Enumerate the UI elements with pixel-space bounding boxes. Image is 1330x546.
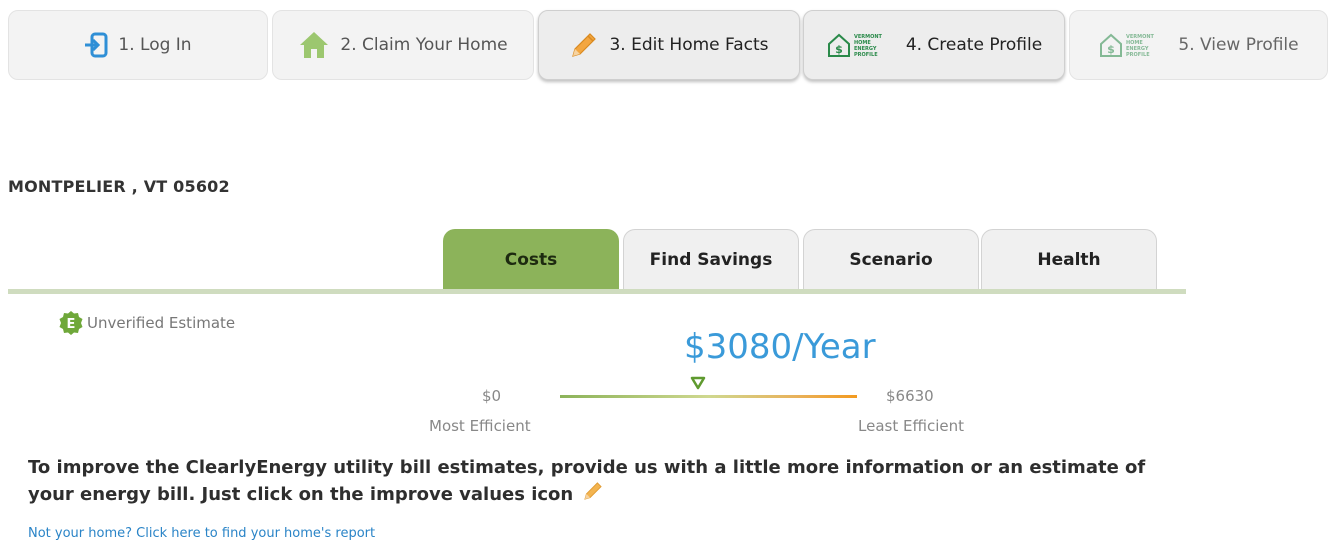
estimate-seal-icon: E (58, 310, 84, 336)
step-log-in[interactable]: 1. Log In (8, 10, 268, 80)
step-label: 4. Create Profile (905, 35, 1043, 55)
vermont-energy-profile-logo-icon: $ VERMONT HOME ENERGY PROFILE (1098, 30, 1168, 60)
tab-scenario[interactable]: Scenario (803, 229, 979, 289)
svg-text:$: $ (835, 43, 843, 56)
tab-costs[interactable]: Costs (443, 229, 619, 289)
home-icon (298, 30, 330, 60)
step-create-profile[interactable]: $ VERMONT HOME ENERGY PROFILE 4. Create … (803, 10, 1065, 80)
step-edit-home-facts[interactable]: 3. Edit Home Facts (538, 10, 800, 80)
svg-text:E: E (67, 317, 76, 332)
step-claim-your-home[interactable]: 2. Claim Your Home (272, 10, 534, 80)
meter-min-caption: Most Efficient (429, 417, 531, 435)
improve-estimate-info: To improve the ClearlyEnergy utility bil… (28, 456, 1148, 509)
estimate-badge: E Unverified Estimate (58, 310, 235, 336)
step-label: 2. Claim Your Home (340, 35, 508, 55)
improve-values-pencil-icon[interactable] (582, 480, 604, 509)
vermont-energy-profile-logo-icon: $ VERMONT HOME ENERGY PROFILE (826, 30, 896, 60)
tab-find-savings[interactable]: Find Savings (623, 229, 799, 289)
tab-health[interactable]: Health (981, 229, 1157, 289)
progress-steps: 1. Log In 2. Claim Your Home 3. Edit Hom… (8, 10, 1328, 84)
svg-text:PROFILE: PROFILE (854, 52, 878, 58)
step-view-profile[interactable]: $ VERMONT HOME ENERGY PROFILE 5. View Pr… (1069, 10, 1328, 80)
step-label: 3. Edit Home Facts (609, 35, 769, 55)
step-label: 5. View Profile (1178, 35, 1299, 55)
pencil-icon (569, 30, 599, 60)
meter-marker-icon (690, 375, 706, 394)
meter-min-value: $0 (482, 387, 502, 405)
find-home-report-link[interactable]: Not your home? Click here to find your h… (28, 526, 375, 541)
annual-cost: $3080/Year (684, 327, 876, 367)
svg-text:$: $ (1108, 43, 1116, 56)
estimate-label: Unverified Estimate (87, 314, 236, 332)
meter-max-value: $6630 (886, 387, 934, 405)
tab-divider (8, 289, 1186, 294)
home-address: MONTPELIER , VT 05602 (8, 177, 230, 196)
svg-text:PROFILE: PROFILE (1126, 52, 1150, 58)
efficiency-meter-bar (560, 395, 857, 398)
meter-max-caption: Least Efficient (858, 417, 964, 435)
login-icon (84, 32, 108, 58)
step-label: 1. Log In (118, 35, 192, 55)
